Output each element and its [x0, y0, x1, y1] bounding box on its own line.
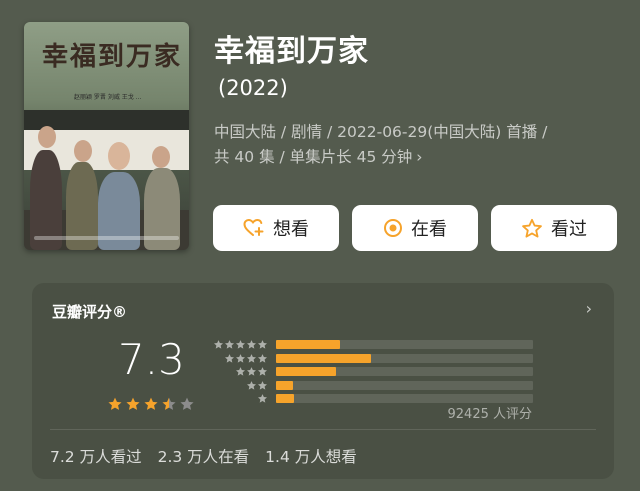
heart-plus-icon	[243, 218, 265, 238]
rating-card[interactable]: 豆瓣评分® › 7.3 92425 人评分 7.2 万人看过 2.3 万人在看 …	[32, 283, 614, 479]
watch-stats: 7.2 万人看过 2.3 万人在看 1.4 万人想看	[50, 445, 357, 467]
star-icon	[179, 396, 195, 416]
poster-credits: 赵丽颖 罗晋 刘威 王戈 …	[74, 94, 142, 101]
watched-count: 7.2 万人看过	[50, 448, 142, 466]
meta-info[interactable]: 中国大陆 / 剧情 / 2022-06-29(中国大陆) 首播 / 共 40 集…	[214, 120, 624, 170]
average-star-rating	[107, 396, 195, 416]
small-star-icon	[257, 389, 268, 408]
page-title: 幸福到万家	[214, 34, 369, 69]
rating-bar-fill	[276, 340, 341, 350]
bar-stars	[210, 389, 268, 408]
rating-bar-track	[276, 353, 533, 363]
rating-bar-track	[276, 340, 533, 350]
watched-label: 看过	[551, 219, 587, 240]
target-icon	[383, 218, 403, 238]
meta-line-1: 中国大陆 / 剧情 / 2022-06-29(中国大陆) 首播 /	[214, 123, 548, 141]
chevron-right-icon: ›	[416, 148, 423, 166]
rating-bar-fill	[276, 353, 372, 363]
want-to-watch-button[interactable]: 想看	[213, 205, 339, 251]
rating-bar-fill	[276, 394, 294, 404]
poster-figure-head	[108, 142, 130, 170]
rating-header: 豆瓣评分®	[52, 303, 128, 321]
star-icon	[161, 396, 177, 416]
divider	[50, 429, 596, 430]
watching-count: 2.3 万人在看	[157, 448, 250, 466]
star-icon	[125, 396, 141, 416]
watching-button[interactable]: 在看	[352, 205, 478, 251]
watching-label: 在看	[411, 219, 447, 240]
poster-logo-strip	[34, 236, 179, 240]
rating-bar-track	[276, 394, 533, 404]
meta-line-2: 共 40 集 / 单集片长 45 分钟 ›	[214, 148, 423, 166]
poster-title-art: 幸福到万家	[42, 42, 183, 72]
rating-bar-track	[276, 380, 533, 390]
star-outline-icon	[521, 218, 543, 239]
rating-bar-fill	[276, 380, 293, 390]
rating-bar-track	[276, 367, 533, 377]
watched-button[interactable]: 看过	[491, 205, 617, 251]
rating-score: 7.3	[118, 335, 185, 384]
star-icon	[143, 396, 159, 416]
rating-bar-fill	[276, 367, 337, 377]
action-buttons: 想看 在看 看过	[213, 205, 617, 251]
rating-distribution	[210, 338, 533, 406]
vote-count: 92425 人评分	[447, 407, 533, 422]
poster-figure-head	[152, 146, 170, 168]
star-icon	[107, 396, 123, 416]
poster-figure	[30, 150, 62, 250]
poster-figure-head	[38, 126, 56, 148]
want-count: 1.4 万人想看	[265, 448, 357, 466]
poster-figure-head	[74, 140, 92, 162]
release-year: (2022)	[218, 76, 288, 100]
chevron-right-icon[interactable]: ›	[586, 299, 592, 318]
want-to-watch-label: 想看	[273, 219, 309, 240]
poster-image[interactable]: 幸福到万家 赵丽颖 罗晋 刘威 王戈 …	[24, 22, 189, 250]
